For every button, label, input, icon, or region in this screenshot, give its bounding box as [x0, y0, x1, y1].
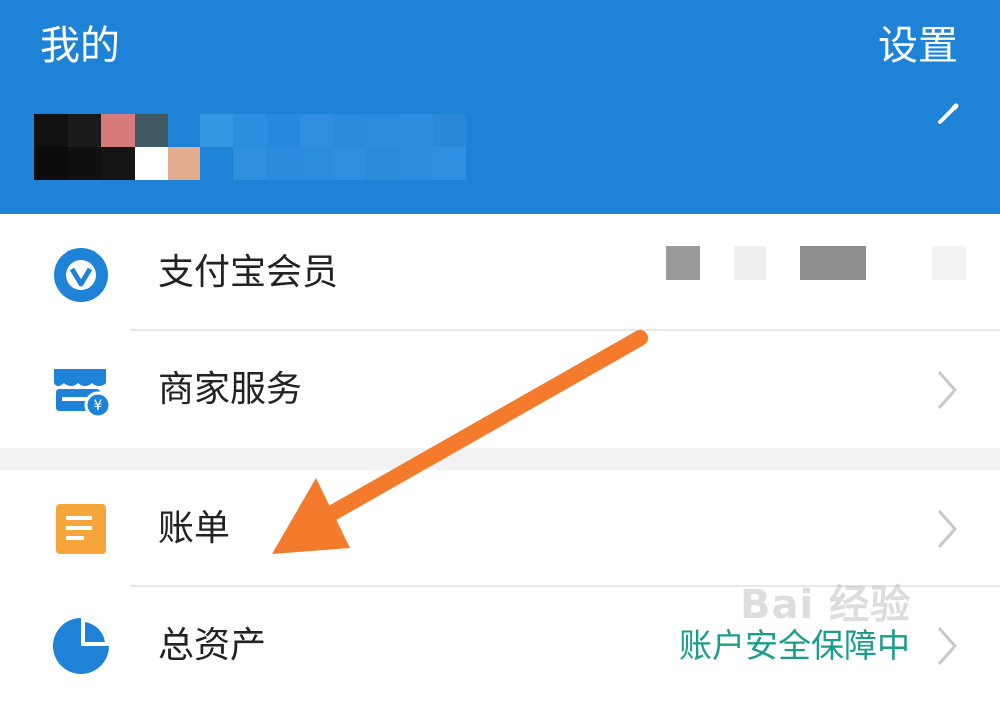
bill-document-icon — [56, 503, 106, 554]
account-security-status: 账户安全保障中 — [679, 625, 910, 665]
profile-header: 我的 设置 — [0, 0, 1000, 214]
chevron-right-icon — [937, 370, 958, 409]
list-item-bill[interactable]: 账单 — [0, 470, 1000, 587]
settings-button[interactable]: 设置 — [878, 22, 958, 70]
avatar[interactable] — [34, 114, 202, 180]
chevron-right-icon — [937, 509, 958, 548]
section-gap — [0, 448, 1000, 470]
list-item-label: 总资产 — [158, 624, 267, 666]
pie-chart-icon — [53, 617, 109, 674]
list-item-label: 账单 — [158, 507, 231, 549]
chevron-right-icon — [937, 626, 958, 665]
list-item-label: 商家服务 — [158, 368, 303, 410]
page-title: 我的 — [40, 23, 120, 69]
merchant-store-icon: ¥ — [54, 368, 112, 418]
list-item-member[interactable]: 支付宝会员 — [0, 214, 1000, 331]
edit-pencil-icon[interactable] — [934, 100, 962, 128]
member-info-redacted — [664, 246, 974, 282]
svg-text:¥: ¥ — [94, 398, 103, 414]
list-item-label: 支付宝会员 — [158, 251, 339, 293]
list-item-merchant-services[interactable]: ¥ 商家服务 — [0, 331, 1000, 448]
profile-name-redacted[interactable] — [200, 114, 466, 180]
watermark: Bai 经验 — [740, 582, 912, 628]
member-badge-icon — [54, 247, 108, 302]
